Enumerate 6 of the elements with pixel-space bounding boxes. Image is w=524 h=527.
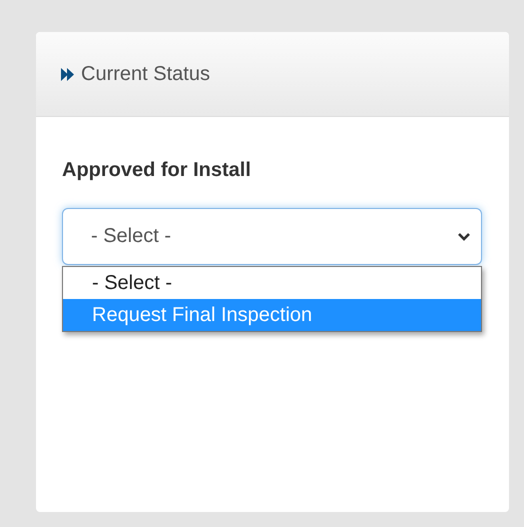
status-select[interactable]: - Select - <box>62 208 482 265</box>
dropdown-option[interactable]: - Select - <box>63 267 481 299</box>
field-label: Approved for Install <box>62 159 252 182</box>
double-arrow-icon <box>61 68 74 80</box>
chevron-down-icon <box>457 232 471 242</box>
panel-title: Current Status <box>81 62 210 86</box>
